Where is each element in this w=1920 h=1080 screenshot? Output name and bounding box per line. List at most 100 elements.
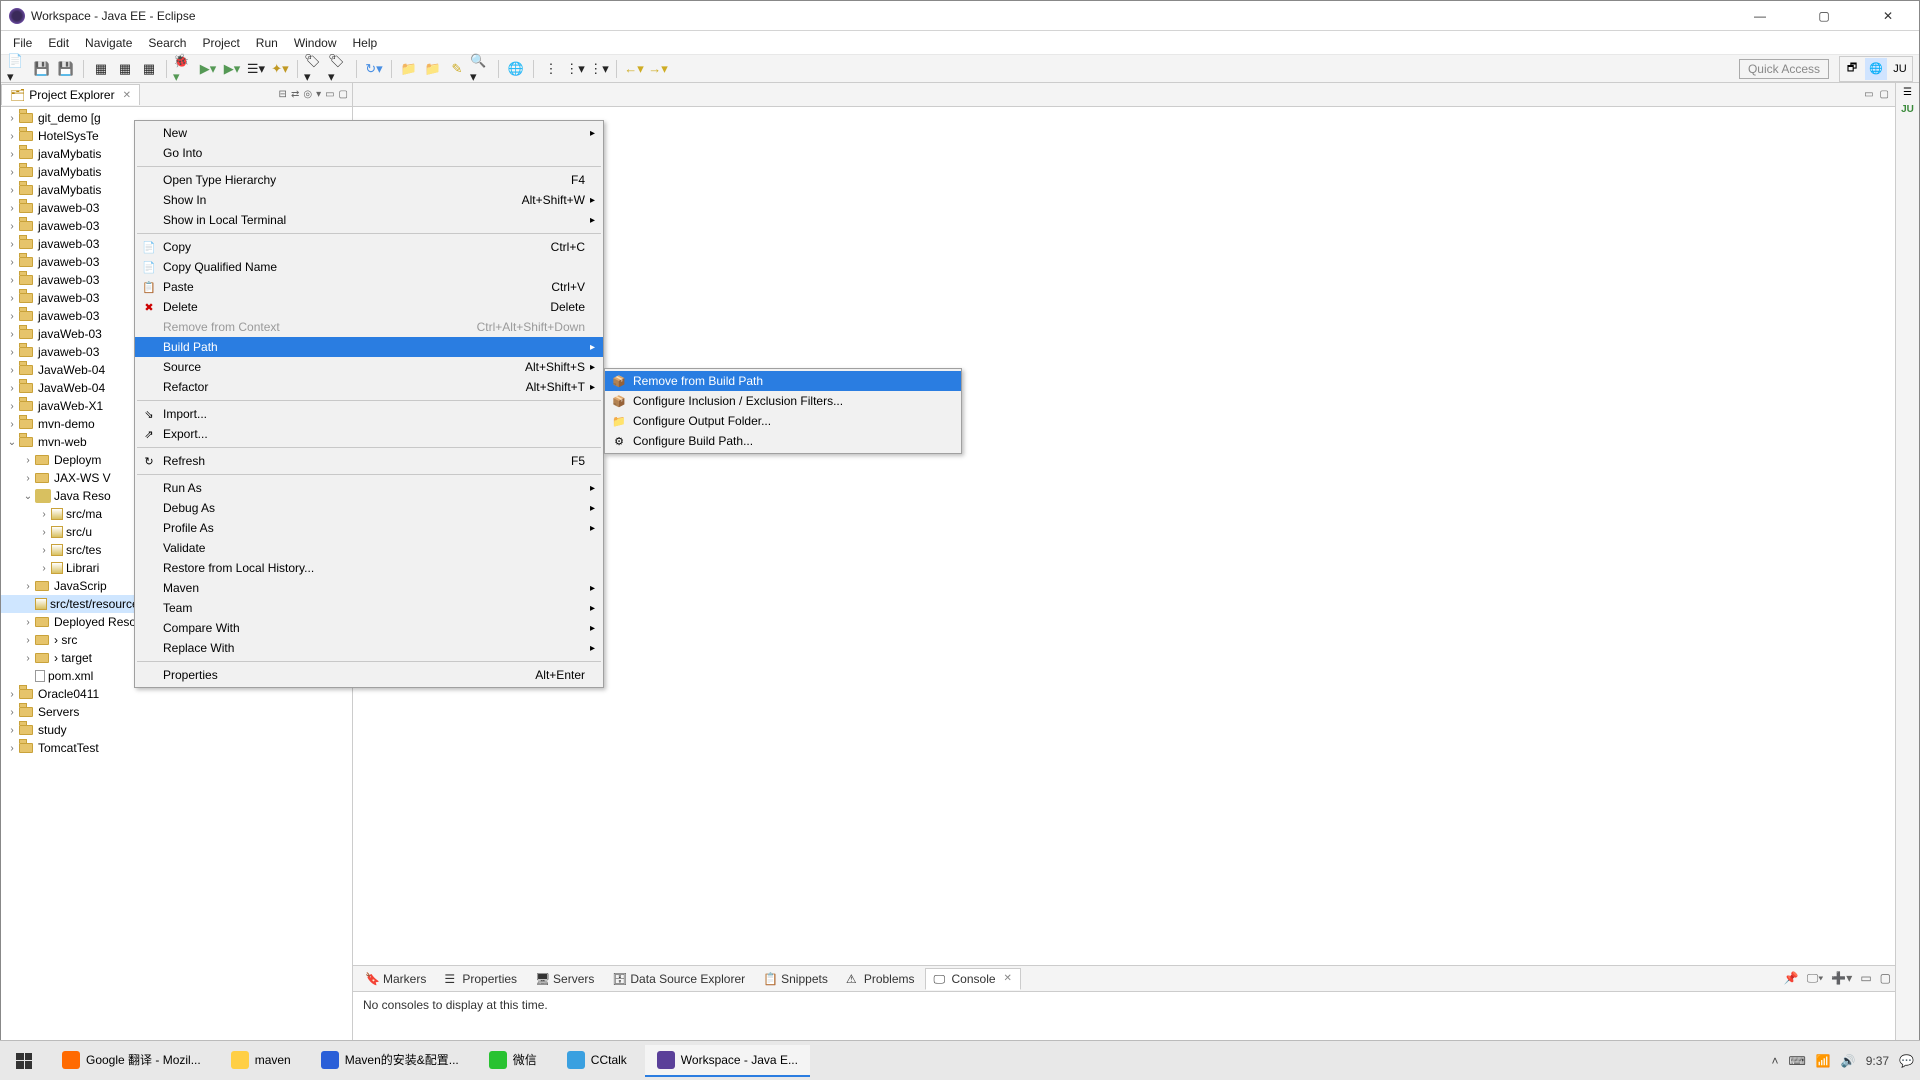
- task-maven-[interactable]: Maven的安装&配置...: [309, 1045, 471, 1077]
- ctx-configure-inclusion-exclusion-filters-[interactable]: 📦Configure Inclusion / Exclusion Filters…: [605, 391, 961, 411]
- tree-row[interactable]: ›TomcatTest: [1, 739, 352, 757]
- toolbar-icon[interactable]: 🏷▾: [304, 58, 326, 80]
- menu-file[interactable]: File: [5, 34, 40, 52]
- toolbar-icon[interactable]: ▦: [90, 58, 112, 80]
- tray-chevron-icon[interactable]: ˄: [1771, 1054, 1778, 1068]
- ctx-remove-from-build-path[interactable]: 📦Remove from Build Path: [605, 371, 961, 391]
- console-pin-button[interactable]: 📌: [1784, 971, 1799, 986]
- junit-perspective-button[interactable]: JU: [1889, 58, 1911, 80]
- ctx-open-type-hierarchy[interactable]: Open Type HierarchyF4: [135, 170, 603, 190]
- trim-icon[interactable]: ☰: [1903, 87, 1912, 98]
- volume-icon[interactable]: 🔊: [1841, 1054, 1856, 1068]
- close-button[interactable]: ✕: [1865, 1, 1911, 31]
- runext-button[interactable]: ▶▾: [221, 58, 243, 80]
- project-explorer-tab[interactable]: 🗂 Project Explorer ✕: [1, 84, 140, 105]
- wifi-icon[interactable]: 📶: [1816, 1054, 1831, 1068]
- maximize-button[interactable]: ▢: [1801, 1, 1847, 31]
- menu-window[interactable]: Window: [286, 34, 345, 52]
- toolbar-icon[interactable]: ▦: [114, 58, 136, 80]
- buildpath-submenu[interactable]: 📦Remove from Build Path📦Configure Inclus…: [604, 368, 962, 454]
- task-cctalk[interactable]: CCtalk: [555, 1045, 639, 1077]
- ctx-delete[interactable]: ✖DeleteDelete: [135, 297, 603, 317]
- max-panel-button[interactable]: ▢: [1880, 971, 1891, 986]
- toolbar-icon[interactable]: 🏷▾: [328, 58, 350, 80]
- javaee-perspective-button[interactable]: 🌐: [1865, 58, 1887, 80]
- task--[interactable]: 微信: [477, 1045, 549, 1077]
- task-workspace-java-e-[interactable]: Workspace - Java E...: [645, 1045, 810, 1077]
- toolbar-icon[interactable]: ▦: [138, 58, 160, 80]
- open-perspective-button[interactable]: 🗗: [1841, 58, 1863, 80]
- quick-access-input[interactable]: Quick Access: [1739, 59, 1829, 79]
- ctx-refactor[interactable]: RefactorAlt+Shift+T▸: [135, 377, 603, 397]
- toolbar-icon[interactable]: ☰▾: [245, 58, 267, 80]
- toolbar-icon[interactable]: ✦▾: [269, 58, 291, 80]
- ctx-go-into[interactable]: Go Into: [135, 143, 603, 163]
- ctx-copy[interactable]: 📄CopyCtrl+C: [135, 237, 603, 257]
- maximize-view-button[interactable]: ▢: [339, 89, 348, 100]
- minimize-view-button[interactable]: ▭: [325, 89, 334, 100]
- ctx-paste[interactable]: 📋PasteCtrl+V: [135, 277, 603, 297]
- ctx-debug-as[interactable]: Debug As▸: [135, 498, 603, 518]
- ctx-validate[interactable]: Validate: [135, 538, 603, 558]
- ctx-show-in[interactable]: Show InAlt+Shift+W▸: [135, 190, 603, 210]
- toolbar-icon[interactable]: 🌐: [505, 58, 527, 80]
- menu-run[interactable]: Run: [248, 34, 286, 52]
- tab-data-source-explorer[interactable]: 🗄Data Source Explorer: [604, 969, 753, 989]
- close-icon[interactable]: ✕: [123, 90, 131, 101]
- menu-edit[interactable]: Edit: [40, 34, 77, 52]
- forward-button[interactable]: →▾: [647, 58, 669, 80]
- ctx-import-[interactable]: ⇘Import...: [135, 404, 603, 424]
- toolbar-icon[interactable]: ↻▾: [363, 58, 385, 80]
- console-open-button[interactable]: 🖵▾: [1807, 971, 1824, 986]
- tab-problems[interactable]: ⚠Problems: [838, 969, 923, 989]
- toolbar-icon[interactable]: ⋮▾: [588, 58, 610, 80]
- view-menu-button[interactable]: ▾: [316, 89, 321, 100]
- junit-trim-icon[interactable]: JU: [1901, 104, 1914, 115]
- debug-button[interactable]: 🐞▾: [173, 58, 195, 80]
- minimize-button[interactable]: —: [1737, 1, 1783, 31]
- start-button[interactable]: [6, 1045, 42, 1077]
- ctx-team[interactable]: Team▸: [135, 598, 603, 618]
- link-editor-button[interactable]: ⇄: [291, 89, 299, 100]
- collapse-all-button[interactable]: ⊟: [279, 89, 287, 100]
- tab-markers[interactable]: 🔖Markers: [357, 969, 434, 989]
- tree-row[interactable]: ›study: [1, 721, 352, 739]
- tree-row[interactable]: ›Servers: [1, 703, 352, 721]
- console-new-button[interactable]: ➕▾: [1831, 971, 1852, 986]
- search-button[interactable]: 🔍▾: [470, 58, 492, 80]
- saveall-button[interactable]: 💾: [55, 58, 77, 80]
- tab-snippets[interactable]: 📋Snippets: [755, 969, 836, 989]
- ctx-new[interactable]: New▸: [135, 123, 603, 143]
- menu-search[interactable]: Search: [140, 34, 194, 52]
- ctx-maven[interactable]: Maven▸: [135, 578, 603, 598]
- ctx-configure-build-path-[interactable]: ⚙Configure Build Path...: [605, 431, 961, 451]
- max-editor-button[interactable]: ▢: [1880, 89, 1889, 100]
- ctx-properties[interactable]: PropertiesAlt+Enter: [135, 665, 603, 685]
- ime-icon[interactable]: ⌨: [1788, 1054, 1805, 1068]
- ctx-source[interactable]: SourceAlt+Shift+S▸: [135, 357, 603, 377]
- focus-task-button[interactable]: ◎: [303, 89, 312, 100]
- ctx-replace-with[interactable]: Replace With▸: [135, 638, 603, 658]
- menu-help[interactable]: Help: [345, 34, 386, 52]
- ctx-profile-as[interactable]: Profile As▸: [135, 518, 603, 538]
- menu-navigate[interactable]: Navigate: [77, 34, 140, 52]
- ctx-export-[interactable]: ⇗Export...: [135, 424, 603, 444]
- tab-servers[interactable]: 🖥Servers: [527, 969, 602, 989]
- ctx-restore-from-local-history-[interactable]: Restore from Local History...: [135, 558, 603, 578]
- menu-project[interactable]: Project: [194, 34, 247, 52]
- toolbar-icon[interactable]: 📁: [422, 58, 444, 80]
- task-google-mozil-[interactable]: Google 翻译 - Mozil...: [50, 1045, 213, 1077]
- min-panel-button[interactable]: ▭: [1860, 971, 1871, 986]
- toolbar-icon[interactable]: 📁: [398, 58, 420, 80]
- task-maven[interactable]: maven: [219, 1045, 303, 1077]
- run-button[interactable]: ▶▾: [197, 58, 219, 80]
- notifications-icon[interactable]: 💬: [1899, 1054, 1914, 1068]
- min-editor-button[interactable]: ▭: [1864, 89, 1873, 100]
- ctx-refresh[interactable]: ↻RefreshF5: [135, 451, 603, 471]
- back-button[interactable]: ←▾: [623, 58, 645, 80]
- toolbar-icon[interactable]: ⋮▾: [564, 58, 586, 80]
- context-menu[interactable]: New▸Go Into Open Type HierarchyF4Show InA…: [134, 120, 604, 688]
- ctx-build-path[interactable]: Build Path▸: [135, 337, 603, 357]
- toolbar-icon[interactable]: ⋮: [540, 58, 562, 80]
- toolbar-icon[interactable]: ✎: [446, 58, 468, 80]
